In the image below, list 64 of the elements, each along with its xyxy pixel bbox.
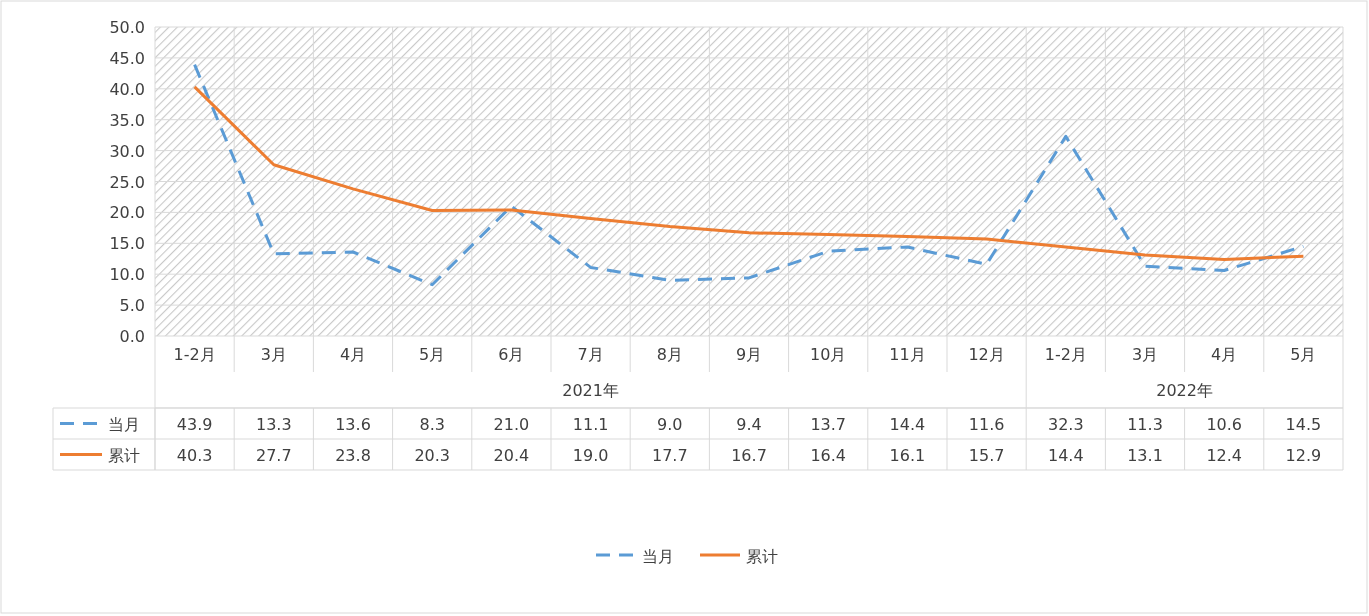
table-cell: 14.5: [1285, 415, 1322, 434]
series-name: 当月: [108, 415, 140, 434]
table-cell: 13.7: [810, 415, 846, 434]
category-label: 8月: [656, 345, 683, 364]
axis-tick-label: 45.0: [109, 48, 145, 68]
table-cell: 16.7: [731, 446, 767, 465]
table-cell: 8.3: [419, 415, 445, 434]
category-label: 5月: [1290, 345, 1317, 364]
table-cell: 20.4: [493, 446, 530, 465]
table-cell: 12.9: [1285, 446, 1322, 465]
axis-tick-label: 35.0: [109, 110, 145, 130]
table-cell: 14.4: [889, 415, 926, 434]
category-label: 5月: [419, 345, 446, 364]
category-label: 11月: [889, 345, 926, 364]
table-cell: 9.0: [657, 415, 683, 434]
table-cell: 9.4: [736, 415, 762, 434]
table-cell: 19.0: [572, 446, 609, 465]
axis-tick-label: 50.0: [109, 18, 145, 37]
category-label: 10月: [810, 345, 847, 364]
table-cell: 13.1: [1127, 446, 1163, 465]
table-cell: 20.3: [414, 446, 450, 465]
category-label: 1-2月: [1044, 345, 1087, 364]
category-label: 6月: [498, 345, 525, 364]
table-cell: 10.6: [1206, 415, 1242, 434]
table-cell: 21.0: [493, 415, 530, 434]
series-name: 累计: [108, 446, 140, 465]
axis-tick-label: 30.0: [109, 141, 145, 161]
table-cell: 15.7: [968, 446, 1005, 465]
axis-tick-label: 10.0: [109, 265, 145, 285]
table-cell: 12.4: [1206, 446, 1242, 465]
legend-label: 当月: [642, 547, 674, 566]
category-label: 4月: [1211, 345, 1238, 364]
legend-key-icon: [596, 553, 636, 557]
axis-tick-label: 0.0: [119, 327, 145, 346]
table-cell: 40.3: [176, 446, 213, 465]
legend-label: 累计: [746, 547, 778, 566]
category-label: 3月: [260, 345, 287, 364]
axis-tick-label: 15.0: [109, 234, 145, 254]
category-label: 3月: [1131, 345, 1159, 364]
category-label: 7月: [577, 345, 604, 364]
year-label: 2022年: [1156, 381, 1213, 400]
table-cell: 16.4: [810, 446, 846, 465]
year-label: 2021年: [562, 381, 619, 400]
legend-key-icon: [700, 553, 740, 557]
table-cell: 13.3: [256, 415, 292, 434]
table-cell: 32.3: [1048, 415, 1084, 434]
axis-tick-label: 5.0: [119, 296, 145, 316]
axis-tick-label: 25.0: [109, 172, 145, 192]
table-cell: 23.8: [335, 446, 371, 465]
table-cell: 14.4: [1048, 446, 1084, 465]
table-cell: 27.7: [256, 446, 292, 465]
axis-tick-label: 40.0: [109, 79, 145, 99]
axis-tick-label: 20.0: [109, 203, 145, 223]
table-cell: 11.6: [968, 415, 1005, 434]
table-cell: 11.3: [1127, 415, 1163, 434]
table-cell: 16.1: [889, 446, 926, 465]
category-label: 9月: [735, 345, 763, 364]
category-label: 4月: [339, 345, 367, 364]
table-cell: 11.1: [572, 415, 609, 434]
category-label: 1-2月: [173, 345, 216, 364]
table-cell: 13.6: [335, 415, 371, 434]
category-label: 12月: [968, 345, 1005, 364]
table-cell: 43.9: [176, 415, 213, 434]
table-cell: 17.7: [652, 446, 688, 465]
